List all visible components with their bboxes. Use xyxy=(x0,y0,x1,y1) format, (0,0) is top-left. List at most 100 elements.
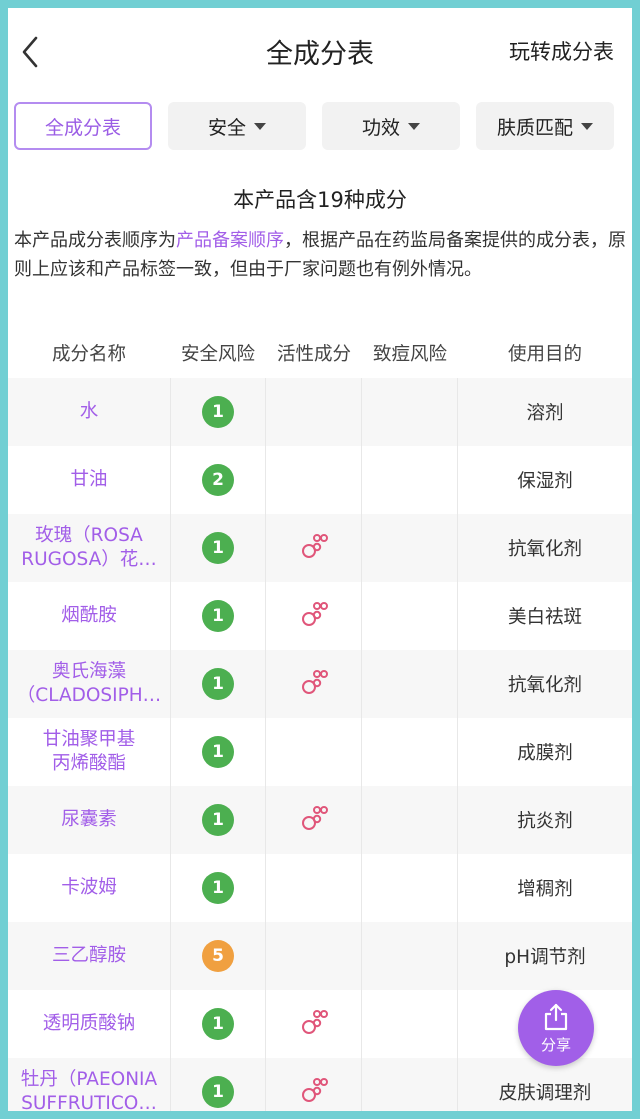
usage-purpose: 抗氧化剂 xyxy=(507,539,582,560)
safety-risk-cell: 1 xyxy=(170,854,266,922)
acne-risk-cell xyxy=(362,990,458,1058)
header-acne-risk: 致痘风险 xyxy=(372,344,447,365)
usage-purpose: 抗氧化剂 xyxy=(507,675,582,696)
ingredient-name-cell[interactable]: 卡波姆 xyxy=(8,854,170,922)
table-row[interactable]: 甘油聚甲基 丙烯酸酯 1 成膜剂 xyxy=(8,718,632,786)
risk-score-badge: 5 xyxy=(202,940,234,972)
ingredient-name-cell[interactable]: 烟酰胺 xyxy=(8,582,170,650)
ingredient-name-cell[interactable]: 甘油聚甲基 丙烯酸酯 xyxy=(8,718,170,786)
header-safety-risk: 安全风险 xyxy=(180,344,255,365)
table-row[interactable]: 牡丹（PAEONIA SUFFRUTICO… 1 皮肤调理剂 xyxy=(8,1058,632,1111)
acne-risk-cell xyxy=(362,786,458,854)
caret-down-icon xyxy=(581,122,593,130)
share-icon xyxy=(544,1003,568,1030)
ingredient-name-cell[interactable]: 玫瑰（ROSA RUGOSA）花… xyxy=(8,514,170,582)
active-ingredient-cell xyxy=(266,854,362,922)
active-ingredient-cell xyxy=(266,718,362,786)
table-row[interactable]: 奥氏海藻 （CLADOSIPH… 1 抗氧化剂 xyxy=(8,650,632,718)
ingredient-name: 尿囊素 xyxy=(61,809,117,830)
bubbles-icon xyxy=(299,531,329,565)
order-description: 本产品成分表顺序为产品备案顺序，根据产品在药监局备案提供的成分表，原则上应该和产… xyxy=(14,226,626,284)
ingredient-name: 透明质酸钠 xyxy=(42,1013,136,1034)
acne-risk-cell xyxy=(362,378,458,446)
active-ingredient-cell xyxy=(266,378,362,446)
active-ingredient-cell xyxy=(266,786,362,854)
table-row[interactable]: 卡波姆 1 增稠剂 xyxy=(8,854,632,922)
bubbles-icon xyxy=(299,667,329,701)
guide-link[interactable]: 玩转成分表 xyxy=(509,36,614,66)
table-row[interactable]: 尿囊素 1 抗炎剂 xyxy=(8,786,632,854)
table-row[interactable]: 三乙醇胺 5 pH调节剂 xyxy=(8,922,632,990)
safety-risk-cell: 1 xyxy=(170,378,266,446)
ingredient-count: 本产品含19种成分 xyxy=(233,188,407,212)
ingredient-name: 奥氏海藻 （CLADOSIPH… xyxy=(16,661,162,706)
app-frame: 全成分表 玩转成分表 全成分表 安全 功效 肤质匹配 本产品含19种成分 本产品… xyxy=(8,8,632,1111)
active-ingredient-cell xyxy=(266,582,362,650)
ingredient-name-cell[interactable]: 牡丹（PAEONIA SUFFRUTICO… xyxy=(8,1058,170,1111)
usage-purpose: 溶剂 xyxy=(526,403,564,424)
acne-risk-cell xyxy=(362,446,458,514)
acne-risk-cell xyxy=(362,854,458,922)
ingredient-name: 玫瑰（ROSA RUGOSA）花… xyxy=(21,525,157,570)
usage-purpose: 成膜剂 xyxy=(517,743,573,764)
acne-risk-cell xyxy=(362,1058,458,1111)
ingredient-name: 三乙醇胺 xyxy=(51,945,126,966)
active-ingredient-cell xyxy=(266,990,362,1058)
acne-risk-cell xyxy=(362,582,458,650)
bubbles-icon xyxy=(299,1075,329,1109)
back-button[interactable] xyxy=(14,30,50,74)
ingredient-name-cell[interactable]: 尿囊素 xyxy=(8,786,170,854)
safety-risk-cell: 5 xyxy=(170,922,266,990)
risk-score-badge: 2 xyxy=(202,464,234,496)
ingredient-name: 烟酰胺 xyxy=(61,605,117,626)
ingredient-name: 卡波姆 xyxy=(61,877,117,898)
usage-purpose: 抗炎剂 xyxy=(517,811,573,832)
header-purpose: 使用目的 xyxy=(507,344,582,365)
safety-risk-cell: 1 xyxy=(170,650,266,718)
risk-score-badge: 1 xyxy=(202,872,234,904)
filter-efficacy[interactable]: 功效 xyxy=(322,102,460,150)
risk-score-badge: 1 xyxy=(202,532,234,564)
header-active: 活性成分 xyxy=(276,344,351,365)
table-row[interactable]: 水 1 溶剂 xyxy=(8,378,632,446)
safety-risk-cell: 1 xyxy=(170,718,266,786)
filter-bar: 全成分表 安全 功效 肤质匹配 xyxy=(8,102,632,154)
risk-score-badge: 1 xyxy=(202,600,234,632)
acne-risk-cell xyxy=(362,922,458,990)
filter-all-ingredients[interactable]: 全成分表 xyxy=(14,102,152,150)
table-row[interactable]: 玫瑰（ROSA RUGOSA）花… 1 抗氧化剂 xyxy=(8,514,632,582)
caret-down-icon xyxy=(254,122,266,130)
filter-label: 功效 xyxy=(361,116,400,139)
safety-risk-cell: 1 xyxy=(170,582,266,650)
bubbles-icon xyxy=(299,803,329,837)
filter-label: 肤质匹配 xyxy=(496,116,573,139)
share-button[interactable]: 分享 xyxy=(518,990,594,1066)
active-ingredient-cell xyxy=(266,922,362,990)
filter-skin-match[interactable]: 肤质匹配 xyxy=(476,102,614,150)
ingredient-name-cell[interactable]: 水 xyxy=(8,378,170,446)
bubbles-icon xyxy=(299,599,329,633)
table-row[interactable]: 烟酰胺 1 美白祛斑 xyxy=(8,582,632,650)
header-name: 成分名称 xyxy=(51,344,126,365)
table-row[interactable]: 甘油 2 保湿剂 xyxy=(8,446,632,514)
risk-score-badge: 1 xyxy=(202,668,234,700)
ingredient-name: 牡丹（PAEONIA SUFFRUTICO… xyxy=(20,1069,158,1111)
ingredient-name-cell[interactable]: 甘油 xyxy=(8,446,170,514)
safety-risk-cell: 1 xyxy=(170,786,266,854)
usage-purpose: 皮肤调理剂 xyxy=(498,1083,592,1104)
ingredient-name: 甘油聚甲基 丙烯酸酯 xyxy=(42,729,136,774)
chevron-left-icon xyxy=(22,36,38,68)
ingredient-name-cell[interactable]: 奥氏海藻 （CLADOSIPH… xyxy=(8,650,170,718)
risk-score-badge: 1 xyxy=(202,804,234,836)
ingredient-name-cell[interactable]: 透明质酸钠 xyxy=(8,990,170,1058)
risk-score-badge: 1 xyxy=(202,1076,234,1108)
risk-score-badge: 1 xyxy=(202,1008,234,1040)
safety-risk-cell: 1 xyxy=(170,1058,266,1111)
bubbles-icon xyxy=(299,1007,329,1041)
filter-safety[interactable]: 安全 xyxy=(168,102,306,150)
ingredient-name-cell[interactable]: 三乙醇胺 xyxy=(8,922,170,990)
filing-order-link[interactable]: 产品备案顺序 xyxy=(176,230,284,251)
safety-risk-cell: 2 xyxy=(170,446,266,514)
filter-label: 全成分表 xyxy=(44,116,121,139)
safety-risk-cell: 1 xyxy=(170,514,266,582)
